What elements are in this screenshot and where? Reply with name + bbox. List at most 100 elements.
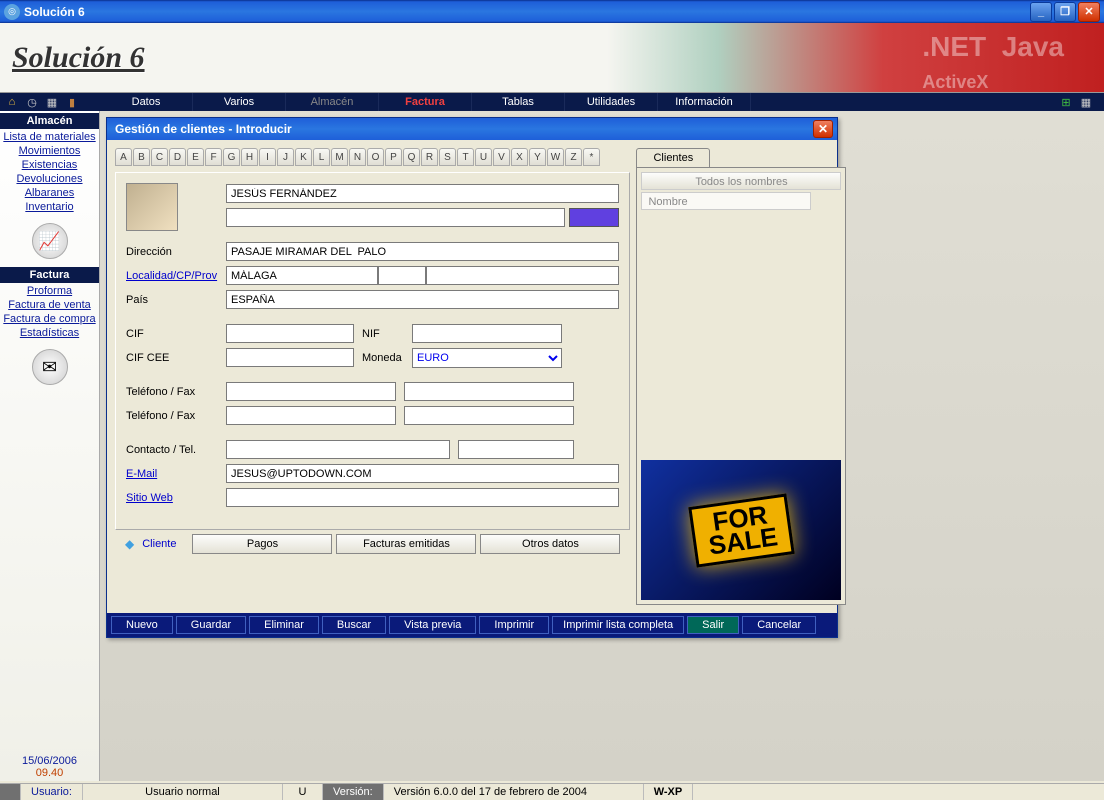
contact-tel-input[interactable]	[458, 440, 574, 459]
alpha-O[interactable]: O	[367, 148, 384, 166]
grid-icon[interactable]: ▦	[1078, 94, 1094, 110]
alpha-G[interactable]: G	[223, 148, 240, 166]
alpha-M[interactable]: M	[331, 148, 348, 166]
menu-varios[interactable]: Varios	[193, 93, 286, 111]
color-swatch[interactable]	[569, 208, 619, 227]
home-icon[interactable]: ⌂	[4, 94, 20, 110]
sidebar-heading-almacen: Almacén	[0, 113, 99, 129]
alpha-T[interactable]: T	[457, 148, 474, 166]
tab-facturas[interactable]: Facturas emitidas	[336, 534, 476, 554]
clock-icon[interactable]: ◷	[24, 94, 40, 110]
clients-name-filter[interactable]: Nombre	[641, 192, 811, 210]
alpha-P[interactable]: P	[385, 148, 402, 166]
contact-input[interactable]	[226, 440, 450, 459]
action-guardar[interactable]: Guardar	[176, 616, 246, 634]
alpha-S[interactable]: S	[439, 148, 456, 166]
alpha-Q[interactable]: Q	[403, 148, 420, 166]
sidebar-link[interactable]: Factura de venta	[3, 299, 95, 311]
action-buscar[interactable]: Buscar	[322, 616, 386, 634]
chart-icon[interactable]: 📈	[32, 223, 68, 259]
action-nuevo[interactable]: Nuevo	[111, 616, 173, 634]
alpha-J[interactable]: J	[277, 148, 294, 166]
menu-factura[interactable]: Factura	[379, 93, 472, 111]
menu-utilidades[interactable]: Utilidades	[565, 93, 658, 111]
country-input[interactable]	[226, 290, 619, 309]
postal-input[interactable]	[378, 266, 426, 285]
alpha-F[interactable]: F	[205, 148, 222, 166]
sidebar-link[interactable]: Devoluciones	[3, 173, 95, 185]
action-eliminar[interactable]: Eliminar	[249, 616, 319, 634]
phone2-input[interactable]	[226, 406, 396, 425]
book-icon[interactable]: ▮	[64, 94, 80, 110]
alpha-R[interactable]: R	[421, 148, 438, 166]
address-input[interactable]	[226, 242, 619, 261]
menu-almacén[interactable]: Almacén	[286, 93, 379, 111]
tab-pagos[interactable]: Pagos	[192, 534, 332, 554]
action-cancelar[interactable]: Cancelar	[742, 616, 816, 634]
sidebar-link[interactable]: Movimientos	[3, 145, 95, 157]
menu-información[interactable]: Información	[658, 93, 751, 111]
name2-input[interactable]	[226, 208, 565, 227]
action-salir[interactable]: Salir	[687, 616, 739, 634]
cifcee-label: CIF CEE	[126, 352, 226, 364]
locality-link[interactable]: Localidad/CP/Prov	[126, 270, 226, 282]
client-photo[interactable]	[126, 183, 178, 231]
clients-list-header: Todos los nombres	[641, 172, 841, 190]
nif-label: NIF	[362, 328, 412, 340]
alpha-U[interactable]: U	[475, 148, 492, 166]
alpha-N[interactable]: N	[349, 148, 366, 166]
promo-image: FORSALE	[641, 460, 841, 600]
cifcee-input[interactable]	[226, 348, 354, 367]
alpha-K[interactable]: K	[295, 148, 312, 166]
alpha-W[interactable]: W	[547, 148, 564, 166]
alpha-*[interactable]: *	[583, 148, 600, 166]
calendar-icon[interactable]: ▦	[44, 94, 60, 110]
alpha-D[interactable]: D	[169, 148, 186, 166]
close-button[interactable]: ✕	[1078, 2, 1100, 22]
alpha-Z[interactable]: Z	[565, 148, 582, 166]
fax1-input[interactable]	[404, 382, 574, 401]
alpha-Y[interactable]: Y	[529, 148, 546, 166]
alpha-V[interactable]: V	[493, 148, 510, 166]
action-imprimir-lista-completa[interactable]: Imprimir lista completa	[552, 616, 684, 634]
menubar-icon-group: ⌂ ◷ ▦ ▮	[0, 93, 100, 111]
menu-datos[interactable]: Datos	[100, 93, 193, 111]
email-link[interactable]: E-Mail	[126, 468, 226, 480]
alpha-L[interactable]: L	[313, 148, 330, 166]
phone1-input[interactable]	[226, 382, 396, 401]
alpha-X[interactable]: X	[511, 148, 528, 166]
email-input[interactable]	[226, 464, 619, 483]
sidebar-link[interactable]: Lista de materiales	[3, 131, 95, 143]
locality-input[interactable]	[226, 266, 378, 285]
sidebar-link[interactable]: Estadísticas	[3, 327, 95, 339]
tab-otros[interactable]: Otros datos	[480, 534, 620, 554]
province-input[interactable]	[426, 266, 619, 285]
alpha-A[interactable]: A	[115, 148, 132, 166]
alpha-H[interactable]: H	[241, 148, 258, 166]
mail-icon[interactable]: ✉	[32, 349, 68, 385]
cif-input[interactable]	[226, 324, 354, 343]
minimize-button[interactable]: _	[1030, 2, 1052, 22]
action-vista-previa[interactable]: Vista previa	[389, 616, 476, 634]
fax2-input[interactable]	[404, 406, 574, 425]
sidebar-link[interactable]: Inventario	[3, 201, 95, 213]
nif-input[interactable]	[412, 324, 562, 343]
menu-tablas[interactable]: Tablas	[472, 93, 565, 111]
alpha-C[interactable]: C	[151, 148, 168, 166]
maximize-button[interactable]: ❐	[1054, 2, 1076, 22]
action-imprimir[interactable]: Imprimir	[479, 616, 549, 634]
sidebar-link[interactable]: Albaranes	[3, 187, 95, 199]
alpha-E[interactable]: E	[187, 148, 204, 166]
name-input[interactable]	[226, 184, 619, 203]
web-input[interactable]	[226, 488, 619, 507]
sidebar-link[interactable]: Proforma	[3, 285, 95, 297]
sidebar-link[interactable]: Factura de compra	[3, 313, 95, 325]
sidebar-link[interactable]: Existencias	[3, 159, 95, 171]
clients-tab[interactable]: Clientes	[636, 148, 710, 167]
alpha-B[interactable]: B	[133, 148, 150, 166]
alpha-I[interactable]: I	[259, 148, 276, 166]
windows-icon[interactable]: ⊞	[1058, 94, 1074, 110]
dialog-close-button[interactable]: ✕	[813, 120, 833, 138]
currency-select[interactable]: EURO	[412, 348, 562, 368]
web-link[interactable]: Sitio Web	[126, 492, 226, 504]
